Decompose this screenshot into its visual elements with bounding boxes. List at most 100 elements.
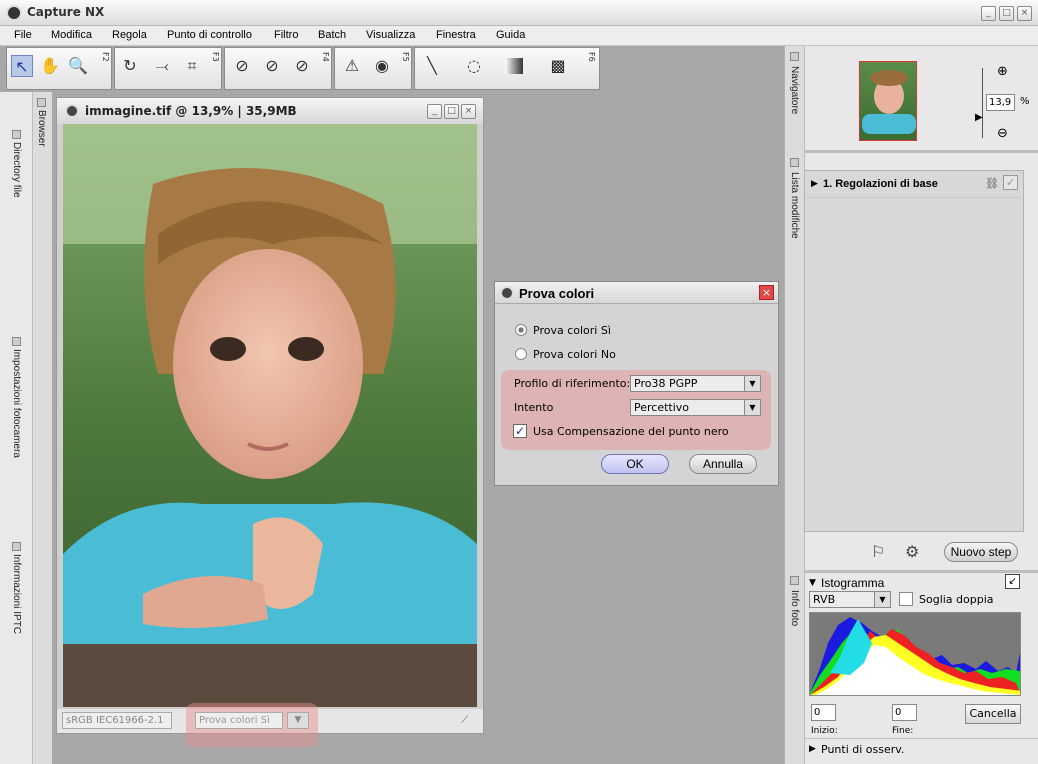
straighten-icon[interactable]: ⤙ bbox=[151, 55, 173, 77]
tab-lista-modifiche[interactable]: Lista modifiche bbox=[789, 172, 800, 239]
tab-info-foto[interactable]: Info foto bbox=[789, 590, 800, 626]
menu-finestra[interactable]: Finestra bbox=[436, 29, 476, 41]
doc-maximize-button[interactable]: □ bbox=[444, 104, 459, 119]
proof-status-field[interactable]: Prova colori Sì bbox=[195, 712, 283, 729]
black-point-checkbox[interactable]: ✓ bbox=[513, 424, 527, 438]
menu-regola[interactable]: Regola bbox=[112, 29, 147, 41]
flag-icon[interactable]: ⚐ bbox=[871, 542, 885, 561]
document-title-bar: immagine.tif @ 13,9% | 35,9MB _ □ × bbox=[57, 98, 483, 124]
doc-minimize-button[interactable]: _ bbox=[427, 104, 442, 119]
select-arrow-icon[interactable]: ↖ bbox=[11, 55, 33, 77]
channel-select[interactable]: RVB ▼ bbox=[809, 591, 891, 608]
document-title: immagine.tif @ 13,9% | 35,9MB bbox=[85, 104, 297, 118]
info-toggle-icon[interactable] bbox=[790, 576, 799, 585]
menu-file[interactable]: File bbox=[14, 29, 32, 41]
expand-triangle-icon[interactable]: ▶ bbox=[811, 179, 818, 189]
edit-step-label[interactable]: 1. Regolazioni di base bbox=[823, 178, 938, 190]
fkey-label: F6 bbox=[587, 52, 596, 62]
zoom-icon[interactable]: 🔍 bbox=[67, 55, 89, 77]
tab-impostazioni-fotocamera[interactable]: Impostazioni fotocamera bbox=[11, 349, 22, 458]
histogram-start-input[interactable]: 0 bbox=[811, 704, 836, 721]
tab-informazioni-iptc[interactable]: Informazioni IPTC bbox=[11, 554, 22, 634]
left-panel-strip: Browser Directory file Impostazioni foto… bbox=[0, 92, 52, 764]
radio-proof-on[interactable] bbox=[515, 324, 527, 336]
radio-proof-off[interactable] bbox=[515, 348, 527, 360]
channel-select-value: RVB bbox=[813, 593, 836, 606]
menu-modifica[interactable]: Modifica bbox=[51, 29, 92, 41]
watch-points-label[interactable]: Punti di osserv. bbox=[821, 743, 904, 756]
histogram-chart[interactable] bbox=[809, 612, 1021, 696]
menu-visualizza[interactable]: Visualizza bbox=[366, 29, 415, 41]
menu-filtro[interactable]: Filtro bbox=[274, 29, 298, 41]
zoom-unit: % bbox=[1020, 96, 1030, 107]
browser-toggle-icon[interactable] bbox=[37, 98, 46, 107]
histogram-cancel-button[interactable]: Cancella bbox=[965, 704, 1021, 724]
tab-browser[interactable]: Browser bbox=[36, 110, 47, 147]
control-point-white-icon[interactable]: ⊘ bbox=[261, 55, 283, 77]
gradient-icon[interactable] bbox=[505, 58, 523, 74]
step-check-icon[interactable]: ✓ bbox=[1003, 175, 1018, 190]
zoom-in-icon[interactable]: ⊕ bbox=[997, 64, 1008, 79]
photo-canvas[interactable] bbox=[63, 124, 477, 707]
tab-directory-file[interactable]: Directory file bbox=[11, 142, 22, 198]
crop-icon[interactable]: ⌗ bbox=[181, 55, 203, 77]
dialog-title: Prova colori bbox=[519, 286, 595, 301]
menu-batch[interactable]: Batch bbox=[318, 29, 346, 41]
iptc-toggle-icon[interactable] bbox=[12, 542, 21, 551]
control-point-black-icon[interactable]: ⊘ bbox=[231, 55, 253, 77]
menu-guida[interactable]: Guida bbox=[496, 29, 525, 41]
ok-button[interactable]: OK bbox=[601, 454, 669, 474]
eye-icon[interactable]: ◉ bbox=[371, 55, 393, 77]
document-status-bar: sRGB IEC61966-2.1 Prova colori Sì ▼ ⟋ bbox=[57, 703, 483, 747]
app-title: Capture NX bbox=[27, 5, 105, 19]
cancel-button[interactable]: Annulla bbox=[689, 454, 757, 474]
chevron-down-icon: ▼ bbox=[874, 592, 890, 607]
resize-grip-icon[interactable]: ⟋ bbox=[461, 715, 468, 726]
camera-settings-toggle-icon[interactable] bbox=[12, 337, 21, 346]
histogram-end-input[interactable]: 0 bbox=[892, 704, 917, 721]
zoom-slider-handle[interactable]: ▶ bbox=[975, 112, 983, 123]
gear-icon[interactable]: ⚙ bbox=[905, 542, 919, 561]
histogram-eyedropper-icon[interactable]: ↙ bbox=[1005, 574, 1020, 589]
brush-icon[interactable]: ╲ bbox=[421, 55, 443, 77]
navigator-thumbnail[interactable] bbox=[859, 61, 917, 141]
red-eye-icon[interactable]: ⚠ bbox=[341, 55, 363, 77]
minimize-button[interactable]: _ bbox=[981, 6, 996, 21]
document-window: immagine.tif @ 13,9% | 35,9MB _ □ × sRGB… bbox=[56, 97, 484, 747]
title-bar: Capture NX _ □ × bbox=[0, 0, 1038, 26]
rotate-icon[interactable]: ↻ bbox=[119, 55, 141, 77]
right-panel: Navigatore ⊕ 13,9 % ⊖ ▶ Lista modifiche … bbox=[784, 46, 1038, 764]
toolbar-group-5: ╲ ◌ ▩ F6 bbox=[414, 47, 600, 90]
navigator-toggle-icon[interactable] bbox=[790, 52, 799, 61]
document-logo-icon bbox=[65, 104, 79, 118]
tab-navigatore[interactable]: Navigatore bbox=[789, 66, 800, 114]
new-step-button[interactable]: Nuovo step bbox=[944, 542, 1018, 562]
hand-icon[interactable]: ✋ bbox=[39, 55, 61, 77]
double-threshold-checkbox[interactable] bbox=[899, 592, 913, 606]
fkey-label: F2 bbox=[101, 52, 110, 62]
zoom-slider-track[interactable] bbox=[982, 68, 983, 138]
dialog-title-bar: Prova colori × bbox=[495, 282, 778, 304]
watch-points-triangle-icon[interactable]: ▶ bbox=[809, 744, 816, 754]
menu-punto-controllo[interactable]: Punto di controllo bbox=[167, 29, 252, 41]
dialog-close-icon[interactable]: × bbox=[759, 285, 774, 300]
maximize-button[interactable]: □ bbox=[999, 6, 1014, 21]
intent-select[interactable]: Percettivo ▼ bbox=[630, 399, 761, 416]
lasso-icon[interactable]: ◌ bbox=[463, 55, 485, 77]
directory-toggle-icon[interactable] bbox=[12, 130, 21, 139]
profile-select[interactable]: Pro38 PGPP ▼ bbox=[630, 375, 761, 392]
fkey-label: F4 bbox=[321, 52, 330, 62]
zoom-out-icon[interactable]: ⊖ bbox=[997, 126, 1008, 141]
collapse-triangle-icon[interactable]: ▼ bbox=[809, 578, 816, 588]
control-point-neutral-icon[interactable]: ⊘ bbox=[291, 55, 313, 77]
proof-status-dropdown-icon[interactable]: ▼ bbox=[287, 712, 309, 729]
close-button[interactable]: × bbox=[1017, 6, 1032, 21]
toolbar-group-1: ↖ ✋ 🔍 F2 bbox=[6, 47, 112, 90]
link-icon[interactable]: ⛓ bbox=[985, 177, 999, 190]
doc-close-button[interactable]: × bbox=[461, 104, 476, 119]
fill-icon[interactable]: ▩ bbox=[547, 55, 569, 77]
app-logo-icon bbox=[6, 5, 22, 21]
edit-list-toggle-icon[interactable] bbox=[790, 158, 799, 167]
zoom-input[interactable]: 13,9 bbox=[986, 94, 1015, 111]
profile-select-value: Pro38 PGPP bbox=[634, 377, 698, 390]
